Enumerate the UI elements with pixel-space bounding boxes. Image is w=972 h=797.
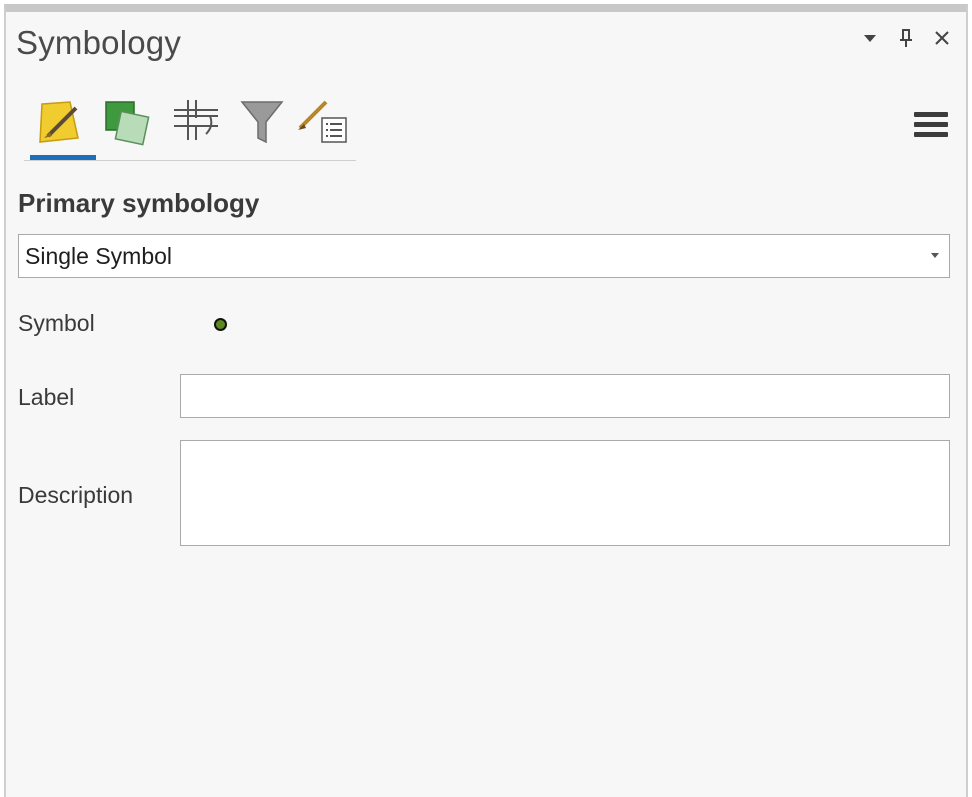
tab-symbology-filter[interactable] (234, 94, 292, 148)
hamburger-menu-icon[interactable] (914, 112, 948, 142)
primary-symbology-heading: Primary symbology (18, 188, 260, 218)
symbol-layer-drawing-icon (174, 100, 218, 140)
chevron-down-icon (931, 253, 939, 258)
symbology-tab-strip (24, 90, 356, 161)
label-input[interactable] (180, 374, 950, 418)
tab-symbol-layer-drawing[interactable] (170, 94, 228, 148)
symbology-filter-icon (240, 101, 284, 144)
symbol-preview-swatch[interactable] (214, 318, 227, 331)
pane-window-controls (860, 26, 952, 50)
pin-icon[interactable] (896, 26, 916, 50)
tab-vary-symbology[interactable] (102, 94, 160, 148)
dropdown-selected-value: Single Symbol (25, 243, 173, 269)
primary-symbology-dropdown[interactable]: Single Symbol (18, 234, 950, 278)
tab-primary-symbology[interactable] (30, 94, 96, 160)
close-icon[interactable] (932, 26, 952, 50)
symbology-pane: Symbology Primary symbology Single Symbo… (4, 4, 968, 797)
label-field-label: Label (18, 384, 75, 410)
primary-symbology-icon (39, 101, 79, 143)
symbol-label: Symbol (18, 310, 95, 336)
tab-symbol-properties[interactable] (296, 94, 354, 148)
options-dropdown-icon[interactable] (860, 26, 880, 50)
pane-title: Symbology (16, 24, 182, 61)
description-textarea[interactable] (180, 440, 950, 546)
description-field-label: Description (18, 482, 134, 508)
vary-symbology-icon (105, 101, 150, 146)
symbol-properties-icon (298, 100, 347, 143)
